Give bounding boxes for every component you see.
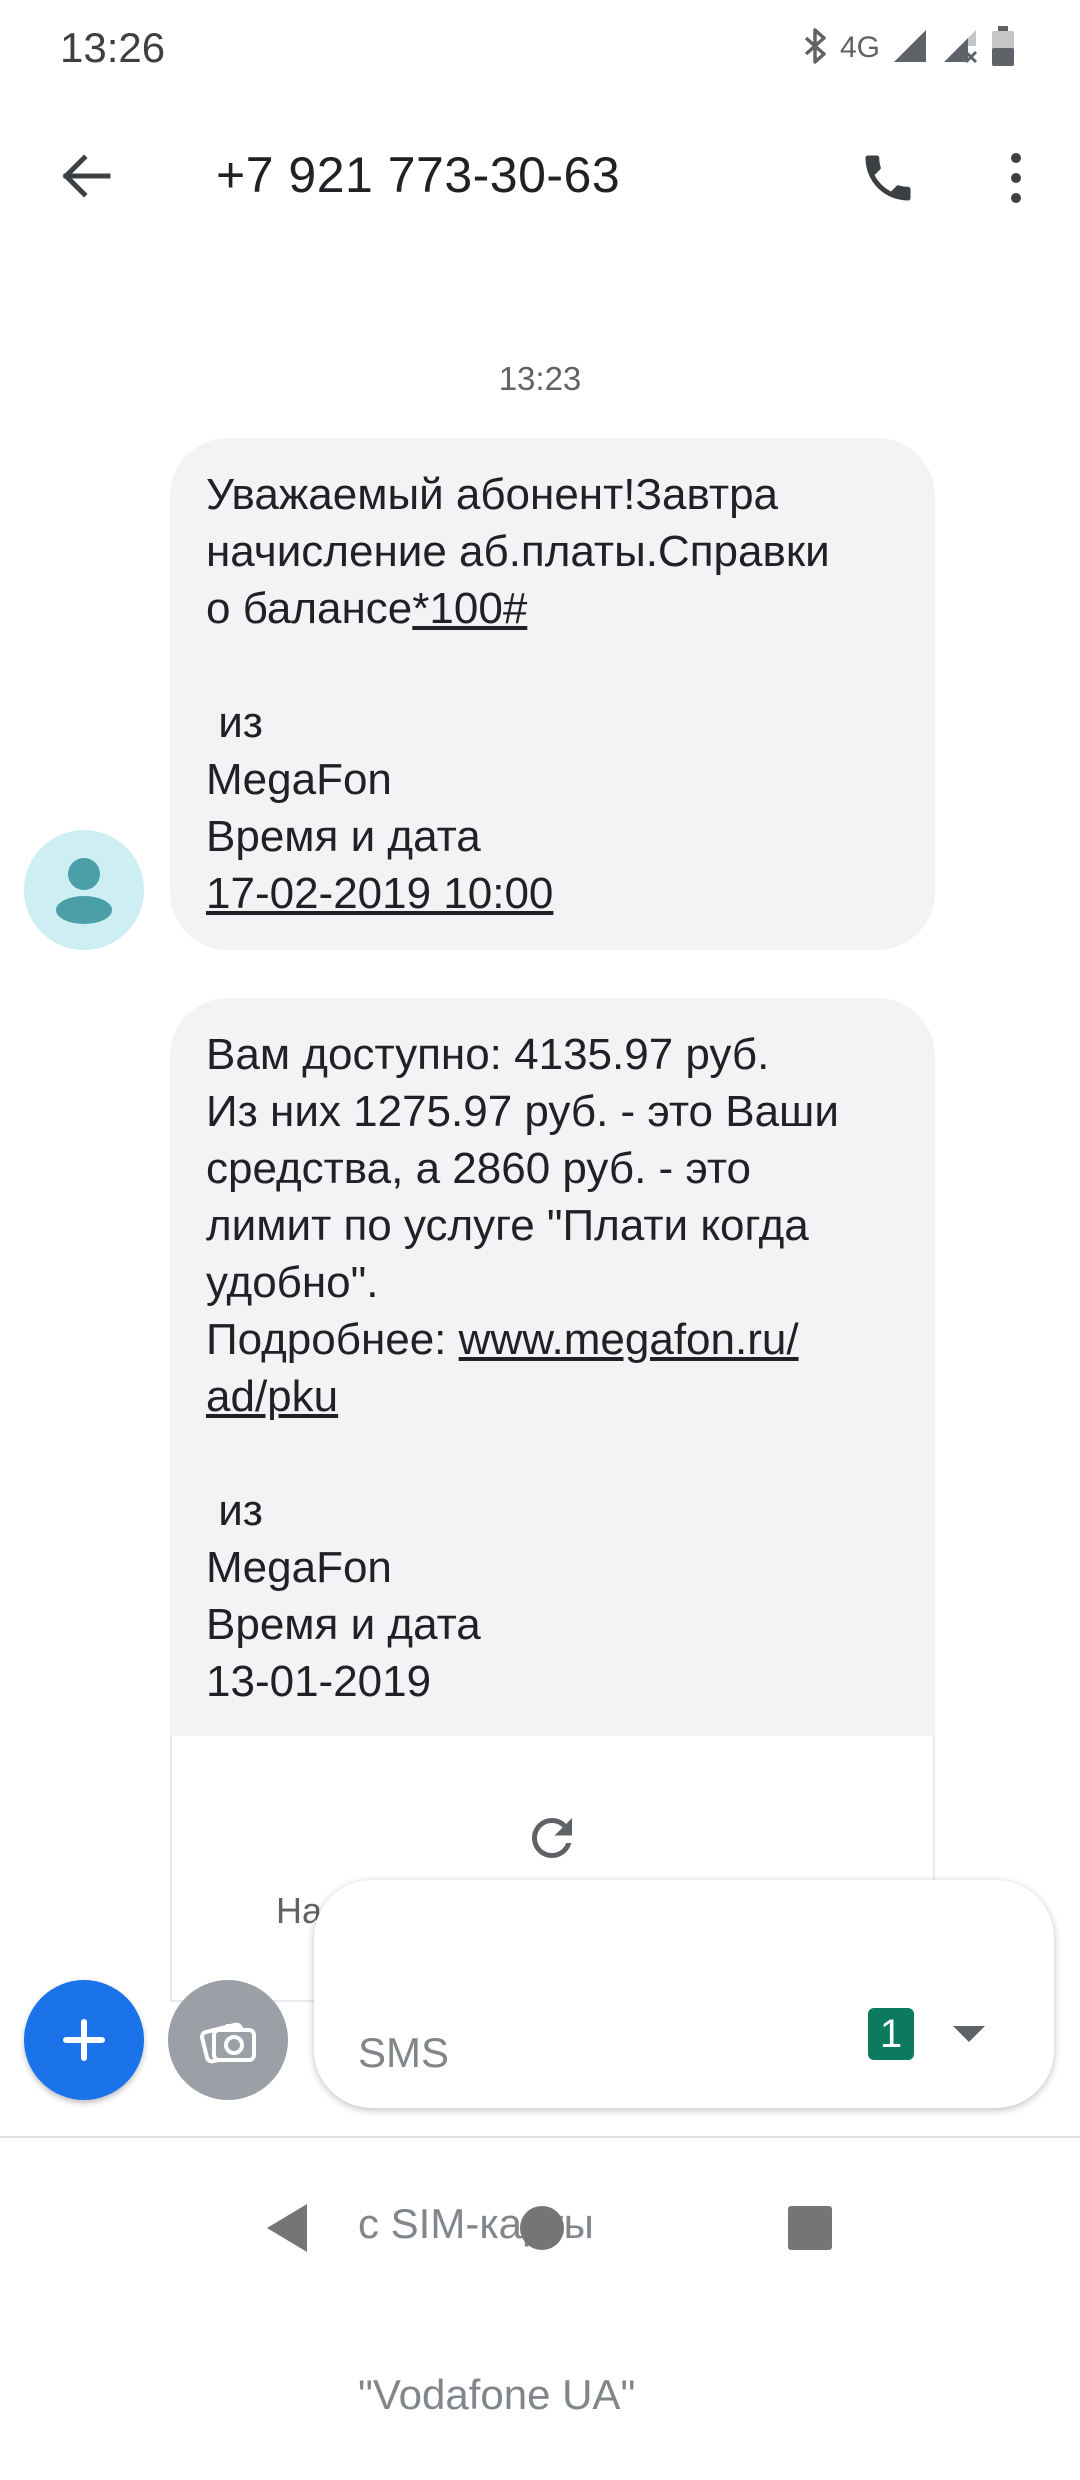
phone-icon [865, 155, 911, 201]
sim-badge[interactable]: 1 [868, 2008, 914, 2060]
message-bubble[interactable]: Уважаемый абонент!Завтра начисление аб.п… [170, 438, 935, 950]
plus-icon [63, 2019, 105, 2061]
status-time: 13:26 [60, 24, 166, 71]
message-line: Из них 1275.97 руб. - это Ваши [206, 1087, 839, 1136]
message-line: начисление аб.платы.Справки [206, 527, 830, 576]
message-line: удобно". [206, 1258, 379, 1307]
message-line: Вам доступно: 4135.97 руб. [206, 1030, 770, 1079]
refresh-icon[interactable] [520, 1806, 584, 1870]
message-text: о балансе [206, 584, 413, 633]
person-icon [56, 858, 112, 924]
dropdown-arrow-icon [953, 2026, 985, 2042]
more-vert-icon [1011, 153, 1021, 203]
message-line: 13-01-2019 [206, 1657, 432, 1706]
nav-home-button[interactable] [492, 2178, 592, 2278]
nav-back-icon [267, 2204, 307, 2252]
signal-icon [890, 26, 930, 71]
message-line: о балансе*100# [206, 580, 899, 637]
message-line: средства, а 2860 руб. - это [206, 1144, 752, 1193]
message-line: лимит по услуге "Плати когда [206, 1201, 809, 1250]
date-link[interactable]: 17-02-2019 10:00 [206, 865, 899, 922]
camera-button[interactable] [168, 1980, 288, 2100]
camera-gallery-icon [200, 2022, 256, 2064]
conversation-title: +7 921 773-30-63 [216, 147, 621, 203]
nav-recents-button[interactable] [760, 2178, 860, 2278]
message-line: из [206, 698, 263, 747]
battery-icon [990, 24, 1016, 73]
message-line: MegaFon [206, 755, 392, 804]
nav-back-button[interactable] [236, 2178, 336, 2278]
nav-divider [0, 2136, 1080, 2138]
message-line: MegaFon [206, 1543, 392, 1592]
message-line [206, 637, 899, 694]
back-button[interactable] [50, 140, 122, 212]
placeholder-line: SMS [358, 2029, 450, 2076]
call-button[interactable] [848, 138, 928, 218]
avatar[interactable] [24, 830, 144, 950]
message-bubble[interactable]: Вам доступно: 4135.97 руб. Из них 1275.9… [170, 998, 935, 1738]
more-options-button[interactable] [976, 138, 1056, 218]
message-line: Время и дата [206, 812, 481, 861]
ussd-code-link[interactable]: *100# [412, 584, 527, 633]
sim-selector-button[interactable] [944, 2014, 994, 2054]
bluetooth-icon [800, 26, 830, 71]
message-line: Подробнее: www.megafon.ru/ [206, 1311, 899, 1368]
message-line [206, 1425, 899, 1482]
add-attachment-button[interactable] [24, 1980, 144, 2100]
network-type-label: 4G [840, 31, 881, 64]
placeholder-line: "Vodafone UA" [358, 2371, 636, 2418]
arrow-back-icon [62, 154, 111, 198]
message-line: из [206, 1486, 263, 1535]
signal-noconnection-icon [940, 26, 980, 71]
url-link-continued[interactable]: ad/pku [206, 1368, 899, 1425]
message-timestamp: 13:23 [498, 360, 582, 397]
message-line: Уважаемый абонент!Завтра [206, 470, 779, 519]
message-line: Время и дата [206, 1600, 481, 1649]
status-icons: 4G [800, 24, 1016, 72]
nav-home-icon [520, 2206, 564, 2250]
message-text: Подробнее: [206, 1315, 459, 1364]
url-link[interactable]: www.megafon.ru/ [459, 1315, 799, 1364]
nav-recents-icon [788, 2206, 832, 2250]
